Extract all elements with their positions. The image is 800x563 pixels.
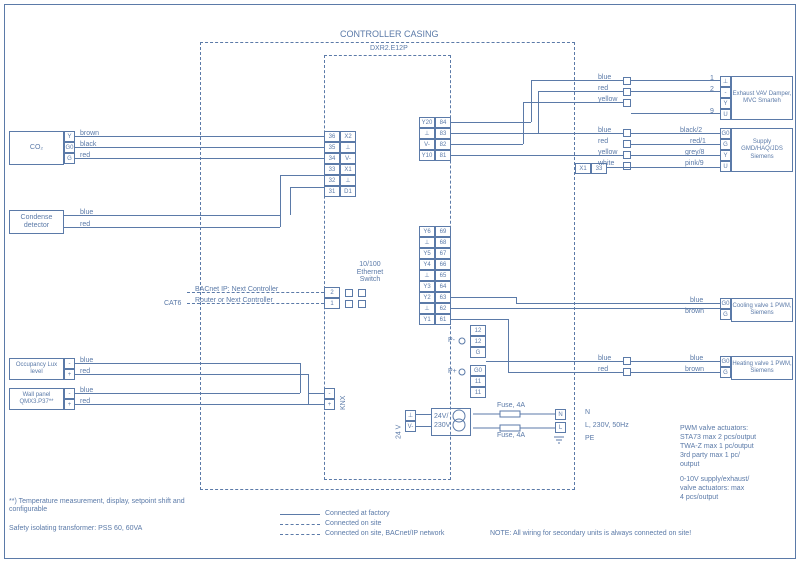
wire bbox=[451, 308, 720, 309]
wire bbox=[486, 361, 623, 362]
wire bbox=[531, 80, 532, 122]
wire bbox=[538, 91, 623, 92]
footnote-temp: **) Temperature measurement, display, se… bbox=[9, 498, 209, 513]
leg-factory: Connected at factory bbox=[325, 510, 390, 518]
wire bbox=[451, 155, 623, 156]
note-r7: valve actuators: max bbox=[680, 485, 744, 493]
wire bbox=[416, 414, 431, 415]
leg-site: Connected on site bbox=[325, 520, 381, 528]
wire bbox=[631, 113, 720, 114]
leg-note: NOTE: All wiring for secondary units is … bbox=[490, 530, 691, 538]
wire bbox=[508, 372, 623, 373]
wire bbox=[451, 319, 508, 320]
wire bbox=[516, 303, 720, 304]
wire bbox=[531, 80, 623, 81]
note-r0: PWM valve actuators: bbox=[680, 425, 748, 433]
wire bbox=[508, 319, 509, 372]
lbl-24v: 24 V bbox=[395, 425, 403, 439]
wire bbox=[523, 102, 623, 103]
leg-bacnet-line bbox=[280, 534, 320, 535]
note-r3: 3rd party max 1 pc/ bbox=[680, 452, 740, 460]
wire bbox=[631, 372, 720, 373]
wire bbox=[451, 297, 516, 298]
wire bbox=[631, 91, 720, 92]
wire bbox=[451, 133, 623, 134]
leg-factory-line bbox=[280, 514, 320, 515]
leg-site-line bbox=[280, 524, 320, 525]
wire bbox=[631, 144, 720, 145]
note-r2: TWA-Z max 1 pc/output bbox=[680, 443, 754, 451]
wire bbox=[607, 167, 720, 168]
leg-bacnet: Connected on site, BACnet/IP network bbox=[325, 530, 444, 538]
wire bbox=[416, 426, 431, 427]
wire bbox=[523, 102, 524, 144]
note-r6: 0-10V supply/exhaust/ bbox=[680, 476, 749, 484]
wire bbox=[451, 144, 523, 145]
note-r1: STA73 max 2 pcs/output bbox=[680, 434, 756, 442]
wire bbox=[631, 361, 720, 362]
bt-vminus: V- bbox=[405, 421, 416, 432]
note-r8: 4 pcs/output bbox=[680, 494, 718, 502]
footnote-trafo: Safety isolating transformer: PSS 60, 60… bbox=[9, 525, 229, 533]
bt-perp: ⊥ bbox=[405, 410, 416, 421]
wire bbox=[538, 91, 539, 133]
wire bbox=[631, 80, 720, 81]
wire bbox=[631, 155, 720, 156]
wire bbox=[451, 122, 531, 123]
note-r4: output bbox=[680, 461, 699, 469]
wire bbox=[631, 133, 720, 134]
